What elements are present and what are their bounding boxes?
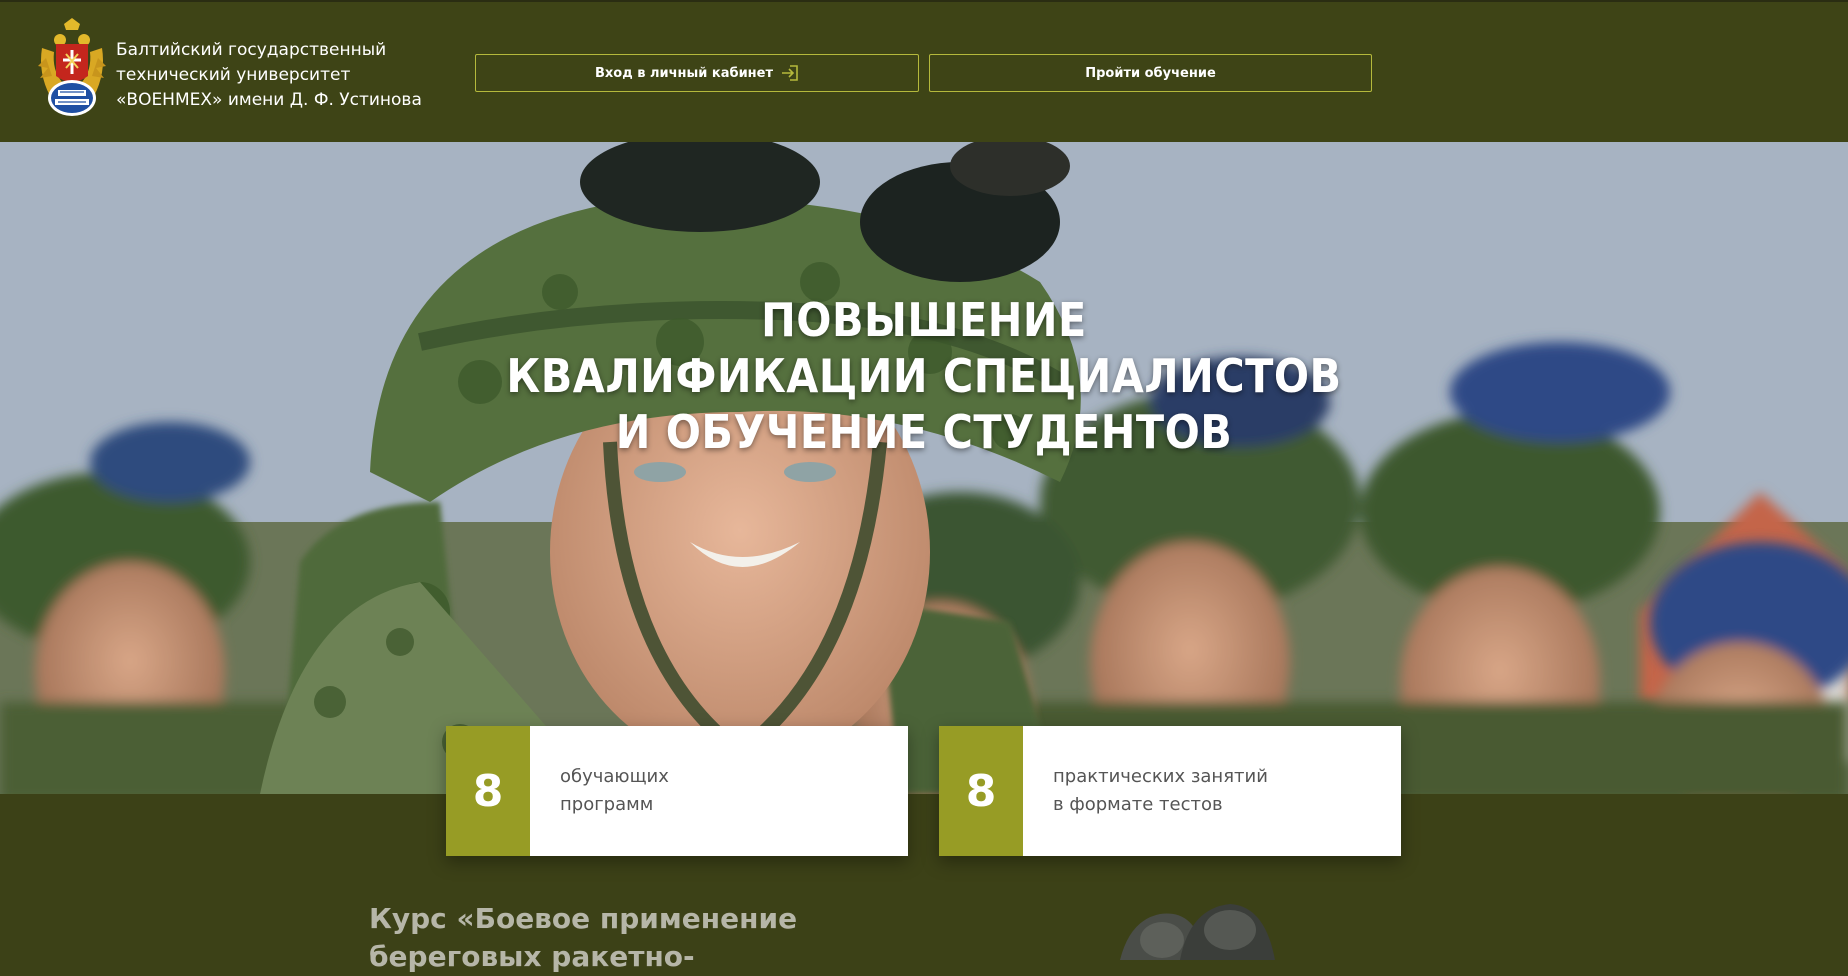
hero-title: ПОВЫШЕНИЕ КВАЛИФИКАЦИИ СПЕЦИАЛИСТОВ И ОБ… bbox=[0, 292, 1848, 460]
hero-title-line-2: КВАЛИФИКАЦИИ СПЕЦИАЛИСТОВ bbox=[506, 349, 1342, 403]
hero-title-line-1: ПОВЫШЕНИЕ bbox=[761, 293, 1087, 347]
course-title-line-2: береговых ракетно- bbox=[369, 940, 695, 973]
stat-number: 8 bbox=[939, 726, 1023, 856]
login-arrow-icon bbox=[781, 65, 799, 81]
login-button[interactable]: Вход в личный кабинет bbox=[475, 54, 919, 92]
start-training-button[interactable]: Пройти обучение bbox=[929, 54, 1372, 92]
university-crest-icon[interactable] bbox=[36, 18, 108, 121]
stat-label: обучающих программ bbox=[530, 726, 669, 856]
hero-title-line-3: И ОБУЧЕНИЕ СТУДЕНТОВ bbox=[615, 405, 1233, 459]
binoculars-image bbox=[1110, 900, 1280, 964]
stat-card-programs: 8 обучающих программ bbox=[446, 726, 908, 856]
stat-label-line-1: обучающих bbox=[560, 766, 669, 787]
stat-label-line-1: практических занятий bbox=[1053, 766, 1268, 787]
course-title-line-1: Курс «Боевое применение bbox=[369, 902, 798, 935]
university-name-line-1: Балтийский государственный bbox=[116, 40, 387, 60]
site-header: Балтийский государственный технический у… bbox=[0, 2, 1848, 142]
stat-label: практических занятий в формате тестов bbox=[1023, 726, 1268, 856]
stat-label-line-2: программ bbox=[560, 794, 654, 815]
login-button-label: Вход в личный кабинет bbox=[594, 65, 774, 81]
university-name-line-2: технический университет bbox=[116, 65, 351, 85]
hero-banner: ПОВЫШЕНИЕ КВАЛИФИКАЦИИ СПЕЦИАЛИСТОВ И ОБ… bbox=[0, 142, 1848, 794]
university-name-line-3: «ВОЕНМЕХ» имени Д. Ф. Устинова bbox=[116, 90, 422, 110]
stat-card-practical: 8 практических занятий в формате тестов bbox=[939, 726, 1401, 856]
stat-number: 8 bbox=[446, 726, 530, 856]
course-title: Курс «Боевое применение береговых ракетн… bbox=[369, 900, 798, 976]
start-training-label: Пройти обучение bbox=[1085, 65, 1216, 81]
stat-label-line-2: в формате тестов bbox=[1053, 794, 1223, 815]
university-name[interactable]: Балтийский государственный технический у… bbox=[116, 38, 436, 113]
hero-photo bbox=[0, 142, 1848, 794]
